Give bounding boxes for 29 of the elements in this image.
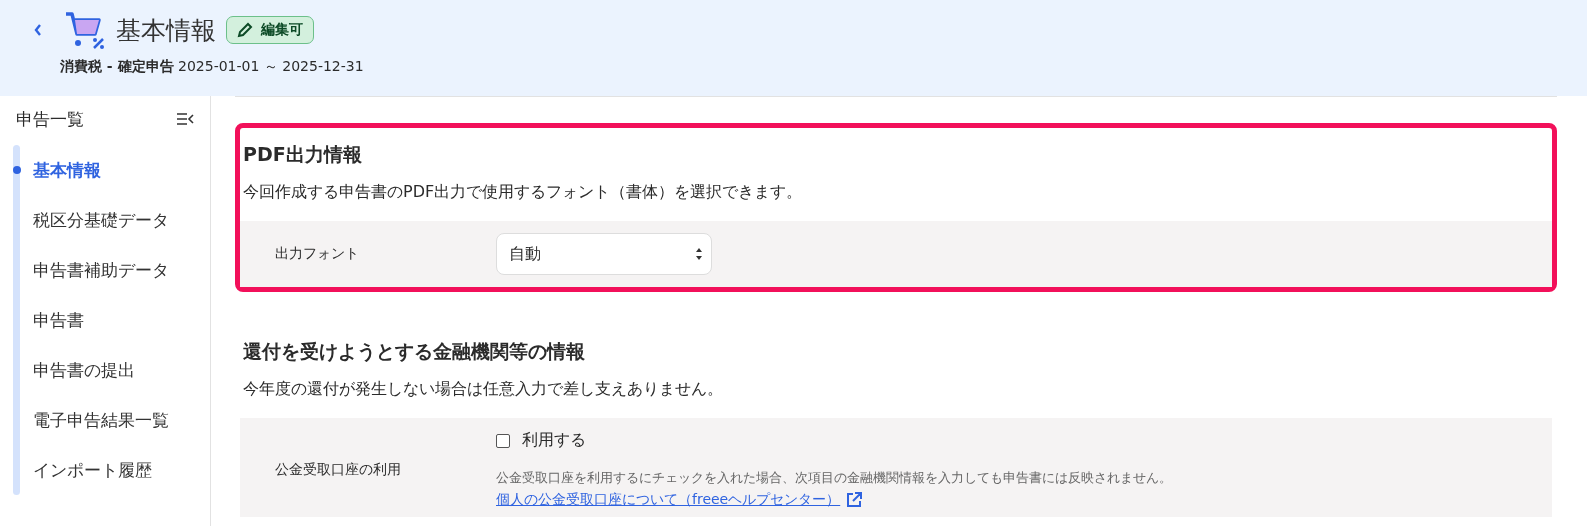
sidebar-item[interactable]: 基本情報 bbox=[33, 145, 194, 195]
collapse-icon bbox=[176, 112, 194, 125]
field-label: 出力フォント bbox=[274, 245, 360, 263]
sidebar-item[interactable]: 税区分基礎データ bbox=[33, 195, 194, 245]
cart-icon bbox=[64, 10, 106, 50]
section-description: 今回作成する申告書のPDF出力で使用するフォント（書体）を選択できます。 bbox=[243, 182, 804, 203]
tax-period: 消費税 - 確定申告 2025-01-01 ～ 2025-12-31 bbox=[60, 58, 365, 76]
section-title: 還付を受けようとする金融機関等の情報 bbox=[243, 339, 586, 364]
field-note: 公金受取口座を利用するにチェックを入れた場合、次項目の金融機関情報を入力しても申告書には反映されません。 bbox=[496, 469, 1172, 487]
field-label: 公金受取口座の利用 bbox=[274, 460, 402, 479]
section-title: PDF出力情報 bbox=[243, 142, 363, 167]
sidebar-title: 申告一覧 bbox=[16, 108, 84, 131]
current-dot-icon bbox=[13, 166, 21, 174]
sidebar-item[interactable]: インポート履歴 bbox=[33, 445, 194, 495]
section-description: 今年度の還付が発生しない場合は任意入力で差し支えありません。 bbox=[243, 379, 724, 400]
sidebar-item[interactable]: 申告書 bbox=[33, 295, 194, 345]
sidebar-item[interactable]: 申告書補助データ bbox=[33, 245, 194, 295]
page-title: 基本情報 bbox=[116, 14, 216, 47]
pencil-icon bbox=[237, 22, 253, 38]
help-link[interactable]: 個人の公金受取口座について（freeeヘルプセンター） bbox=[496, 491, 1172, 509]
external-link-icon bbox=[846, 492, 863, 508]
font-select[interactable]: 自動 bbox=[496, 233, 712, 275]
chevron-left-icon bbox=[33, 23, 43, 37]
use-account-checkbox[interactable]: 利用する bbox=[496, 430, 1172, 451]
badge-label: 編集可 bbox=[261, 21, 303, 39]
sidebar-item[interactable]: 申告書の提出 bbox=[33, 345, 194, 395]
collapse-sidebar-button[interactable] bbox=[176, 112, 194, 127]
select-caret-icon bbox=[695, 247, 703, 261]
sidebar-item[interactable]: 電子申告結果一覧 bbox=[33, 395, 194, 445]
